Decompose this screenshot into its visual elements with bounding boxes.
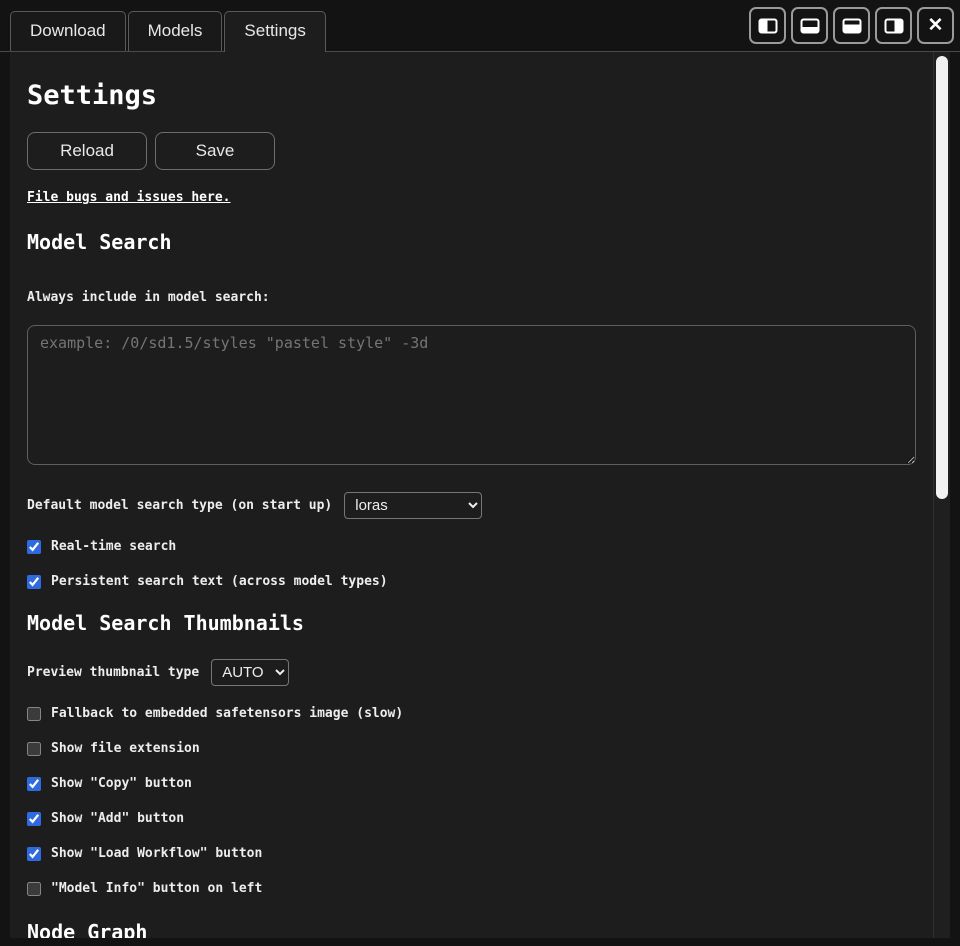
file-bugs-link[interactable]: File bugs and issues here. <box>27 190 231 205</box>
checkbox-label: Show "Copy" button <box>51 776 192 791</box>
default-search-type-row: Default model search type (on start up) … <box>27 492 916 519</box>
preview-thumbnail-row: Preview thumbnail type AUTO <box>27 659 916 686</box>
close-button[interactable]: ✕ <box>917 7 954 44</box>
checkbox-label: Show "Load Workflow" button <box>51 846 262 861</box>
checkbox-label: Fallback to embedded safetensors image (… <box>51 706 403 721</box>
show-copy-button-row[interactable]: Show "Copy" button <box>27 776 916 791</box>
preview-thumbnail-select[interactable]: AUTO <box>211 659 289 686</box>
tab-models[interactable]: Models <box>128 11 223 51</box>
always-include-label: Always include in model search: <box>27 290 916 305</box>
checkbox-label: Persistent search text (across model typ… <box>51 574 388 589</box>
thumbnails-heading: Model Search Thumbnails <box>27 611 916 635</box>
persistent-search-row[interactable]: Persistent search text (across model typ… <box>27 574 916 589</box>
tab-strip: Download Models Settings <box>10 11 326 51</box>
checkbox-label: Show file extension <box>51 741 200 756</box>
node-graph-heading: Node Graph <box>27 920 916 938</box>
realtime-search-checkbox[interactable] <box>27 540 41 554</box>
save-button[interactable]: Save <box>155 132 275 170</box>
checkbox-label: Show "Add" button <box>51 811 184 826</box>
show-load-workflow-row[interactable]: Show "Load Workflow" button <box>27 846 916 861</box>
checkbox-label: "Model Info" button on left <box>51 881 262 896</box>
show-add-button-row[interactable]: Show "Add" button <box>27 811 916 826</box>
dock-bottom-icon <box>800 18 820 34</box>
settings-content: Settings Reload Save File bugs and issue… <box>10 52 933 938</box>
dock-bottom-large-button[interactable] <box>833 7 870 44</box>
dock-bottom-large-icon <box>842 18 862 34</box>
tab-download[interactable]: Download <box>10 11 126 51</box>
realtime-search-row[interactable]: Real-time search <box>27 539 916 554</box>
fallback-safetensors-row[interactable]: Fallback to embedded safetensors image (… <box>27 706 916 721</box>
model-info-left-checkbox[interactable] <box>27 882 41 896</box>
show-file-extension-checkbox[interactable] <box>27 742 41 756</box>
titlebar: Download Models Settings <box>0 0 960 52</box>
default-search-type-select[interactable]: loras <box>344 492 482 519</box>
preview-thumbnail-label: Preview thumbnail type <box>27 665 199 680</box>
page-title: Settings <box>27 80 916 112</box>
model-search-heading: Model Search <box>27 230 916 254</box>
show-load-workflow-checkbox[interactable] <box>27 847 41 861</box>
tab-settings[interactable]: Settings <box>224 11 325 52</box>
reload-button[interactable]: Reload <box>27 132 147 170</box>
settings-actions: Reload Save <box>27 132 916 170</box>
close-icon: ✕ <box>928 16 944 35</box>
dock-left-button[interactable] <box>749 7 786 44</box>
dock-right-icon <box>884 18 904 34</box>
settings-panel: Settings Reload Save File bugs and issue… <box>10 52 950 938</box>
checkbox-label: Real-time search <box>51 539 176 554</box>
vertical-scrollbar[interactable] <box>933 52 950 938</box>
persistent-search-checkbox[interactable] <box>27 575 41 589</box>
show-add-button-checkbox[interactable] <box>27 812 41 826</box>
window-controls: ✕ <box>749 7 954 44</box>
show-file-extension-row[interactable]: Show file extension <box>27 741 916 756</box>
fallback-safetensors-checkbox[interactable] <box>27 707 41 721</box>
dock-bottom-button[interactable] <box>791 7 828 44</box>
show-copy-button-checkbox[interactable] <box>27 777 41 791</box>
dock-right-button[interactable] <box>875 7 912 44</box>
always-include-textarea[interactable] <box>27 325 916 465</box>
scrollbar-thumb[interactable] <box>936 56 948 499</box>
model-info-left-row[interactable]: "Model Info" button on left <box>27 881 916 896</box>
dock-left-icon <box>758 18 778 34</box>
default-search-type-label: Default model search type (on start up) <box>27 498 332 513</box>
